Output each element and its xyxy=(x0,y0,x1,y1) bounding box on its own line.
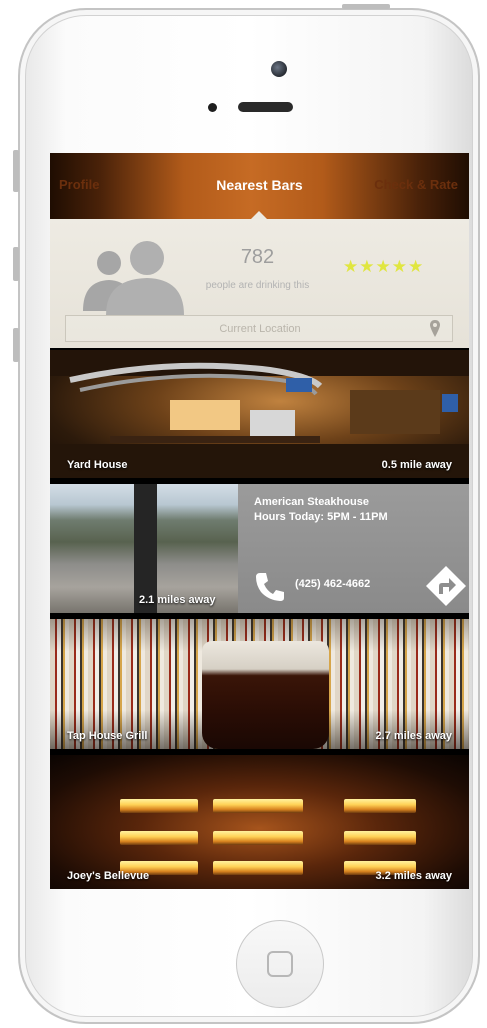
home-square-icon xyxy=(267,951,293,977)
shelf xyxy=(213,799,303,813)
shelf xyxy=(344,799,416,813)
location-field[interactable]: Current Location xyxy=(65,315,453,342)
shelf xyxy=(213,861,303,875)
volume-up-button[interactable] xyxy=(13,247,19,281)
activity-summary: 782 people are drinking this ★★★★★ Curre… xyxy=(50,219,469,348)
star-rating: ★★★★★ xyxy=(343,257,425,276)
bar-card-yard-house[interactable]: Yard House 0.5 mile away xyxy=(50,350,469,478)
shelf xyxy=(344,831,416,845)
navigation-bar: Profile Nearest Bars Check & Rate xyxy=(50,153,469,220)
bar-distance: 2.1 miles away xyxy=(139,594,216,606)
proximity-sensor xyxy=(208,103,217,112)
bar-hours: Hours Today: 5PM - 11PM xyxy=(254,511,388,523)
location-placeholder: Current Location xyxy=(219,323,301,335)
app-screen: Profile Nearest Bars Check & Rate 782 pe… xyxy=(50,153,469,889)
bar-name: American Steakhouse xyxy=(254,496,369,508)
avatar-group-icon xyxy=(83,241,184,315)
earpiece-speaker xyxy=(238,102,293,112)
tab-check-and-rate[interactable]: Check & Rate xyxy=(374,177,458,192)
power-button[interactable] xyxy=(342,4,390,9)
bar-distance: 0.5 mile away xyxy=(381,459,452,471)
drinker-caption: people are drinking this xyxy=(205,280,310,291)
bar-details: American Steakhouse Hours Today: 5PM - 1… xyxy=(254,495,388,525)
bar-card-joeys-bellevue[interactable]: Joey's Bellevue 3.2 miles away xyxy=(50,755,469,889)
bar-name: Joey's Bellevue xyxy=(67,870,150,882)
location-pin-icon[interactable] xyxy=(429,319,441,338)
bar-name: Tap House Grill xyxy=(67,730,148,742)
bar-card-american-steakhouse[interactable]: American Steakhouse Hours Today: 5PM - 1… xyxy=(50,484,469,613)
front-camera xyxy=(271,61,287,77)
drinker-count: 782 xyxy=(240,246,275,268)
mute-switch[interactable] xyxy=(13,150,19,192)
bar-name: Yard House xyxy=(67,459,128,471)
shelf xyxy=(120,799,198,813)
directions-icon[interactable] xyxy=(425,565,467,607)
volume-down-button[interactable] xyxy=(13,328,19,362)
bar-distance: 3.2 miles away xyxy=(375,870,452,882)
bar-distance: 2.7 miles away xyxy=(375,730,452,742)
phone-number[interactable]: (425) 462-4662 xyxy=(295,578,370,590)
beer-glass xyxy=(202,641,329,749)
shelf xyxy=(213,831,303,845)
phone-icon[interactable] xyxy=(253,570,287,604)
bar-card-tap-house-grill[interactable]: Tap House Grill 2.7 miles away xyxy=(50,619,469,749)
shelf xyxy=(120,831,198,845)
home-button[interactable] xyxy=(236,920,324,1008)
